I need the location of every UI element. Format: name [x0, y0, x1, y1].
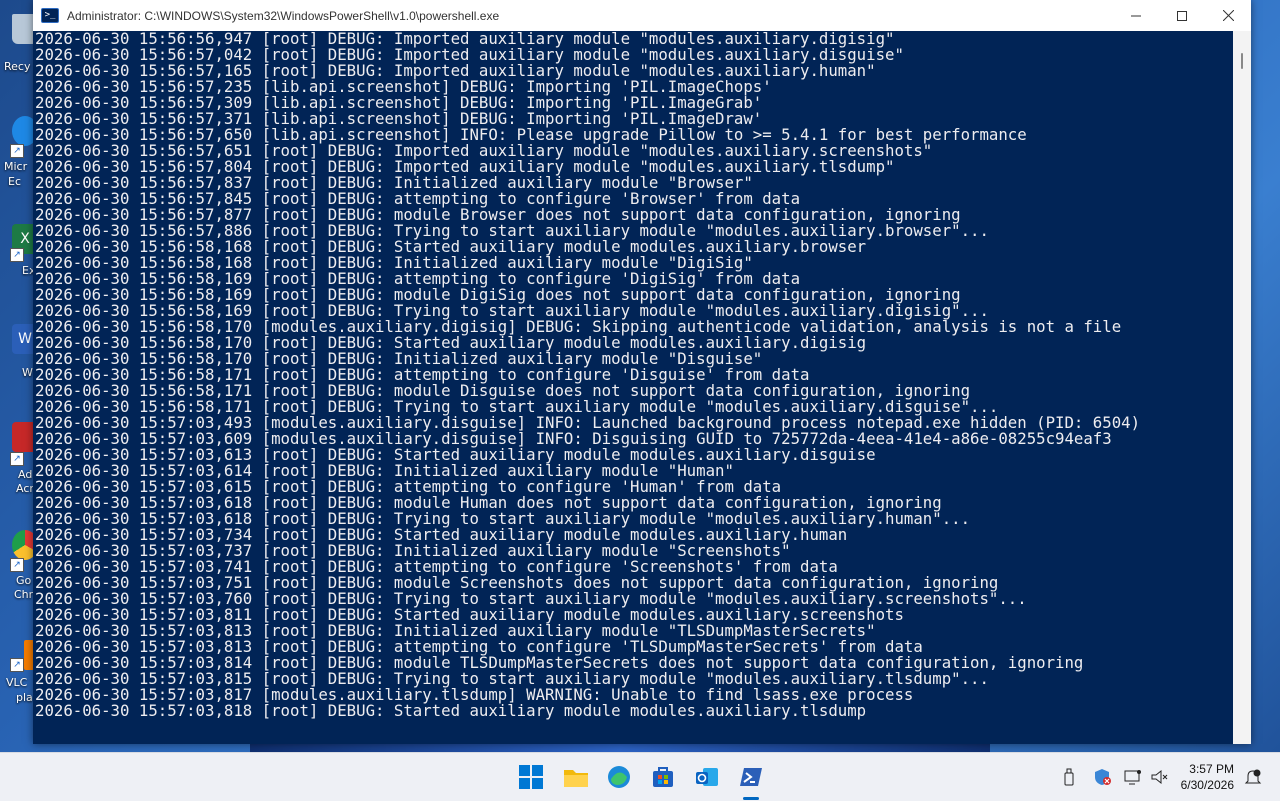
powershell-icon	[740, 768, 762, 786]
close-button[interactable]	[1205, 0, 1251, 31]
taskbar: 3:57 PM 6/30/2026	[0, 752, 1280, 801]
console-output[interactable]: 2026-06-30 15:56:56,947 [root] DEBUG: Im…	[33, 31, 1233, 744]
powershell-taskbar-button[interactable]	[739, 765, 763, 789]
system-clock[interactable]: 3:57 PM 6/30/2026	[1181, 761, 1234, 793]
shortcut-arrow-icon: ↗	[10, 452, 24, 466]
console-text: 2026-06-30 15:56:56,947 [root] DEBUG: Im…	[33, 31, 1233, 719]
shortcut-arrow-icon: ↗	[10, 248, 24, 262]
vertical-scrollbar[interactable]	[1233, 31, 1251, 744]
folder-icon	[564, 770, 588, 787]
windows-logo-icon	[519, 765, 543, 789]
store-button[interactable]	[651, 765, 675, 789]
maximize-button[interactable]	[1159, 0, 1205, 31]
desktop-icon-chrome[interactable]: ↗ Go Chr	[0, 526, 38, 608]
shortcut-arrow-icon: ↗	[10, 144, 24, 158]
close-icon	[1222, 10, 1234, 21]
powershell-window[interactable]: >_ Administrator: C:\WINDOWS\System32\Wi…	[33, 0, 1251, 744]
desktop-icon-recycle-bin[interactable]: Recy	[0, 10, 38, 80]
minimize-button[interactable]	[1113, 0, 1159, 31]
desktop-icon-acrobat[interactable]: ↗ Ad Acr	[0, 418, 38, 500]
edge-button[interactable]	[607, 765, 631, 789]
outlook-button[interactable]	[695, 765, 719, 789]
clock-date: 6/30/2026	[1180, 778, 1234, 792]
network-icon[interactable]	[1124, 768, 1142, 790]
window-title: Administrator: C:\WINDOWS\System32\Windo…	[67, 8, 500, 23]
store-icon	[653, 767, 673, 787]
title-bar[interactable]: >_ Administrator: C:\WINDOWS\System32\Wi…	[33, 0, 1251, 31]
security-icon[interactable]	[1093, 768, 1111, 790]
edge-icon	[608, 766, 630, 788]
maximize-icon	[1177, 10, 1187, 21]
shortcut-arrow-icon: ↗	[10, 658, 24, 672]
console-line: 2026-06-30 15:57:03,818 [root] DEBUG: St…	[35, 701, 867, 720]
clock-time: 3:57 PM	[1189, 762, 1234, 776]
file-explorer-button[interactable]	[563, 765, 588, 789]
desktop-icon-excel[interactable]: X ↗ Ex	[0, 218, 38, 288]
minimize-icon	[1131, 15, 1141, 16]
desktop-icon-edge[interactable]: ↗ Micr Ec	[0, 112, 38, 192]
window-controls	[1113, 0, 1251, 31]
start-button[interactable]	[519, 765, 543, 789]
notification-icon[interactable]	[1244, 768, 1262, 790]
desktop-icon-vlc[interactable]: ↗ VLC pla	[0, 636, 36, 708]
desktop-icon-word[interactable]: W W	[0, 318, 38, 388]
volume-muted-icon[interactable]	[1150, 768, 1168, 790]
powershell-icon: >_	[41, 8, 59, 23]
shortcut-arrow-icon: ↗	[10, 558, 24, 572]
scrollbar-thumb[interactable]	[1241, 53, 1243, 69]
outlook-icon	[696, 768, 718, 786]
usb-icon[interactable]	[1062, 768, 1076, 790]
